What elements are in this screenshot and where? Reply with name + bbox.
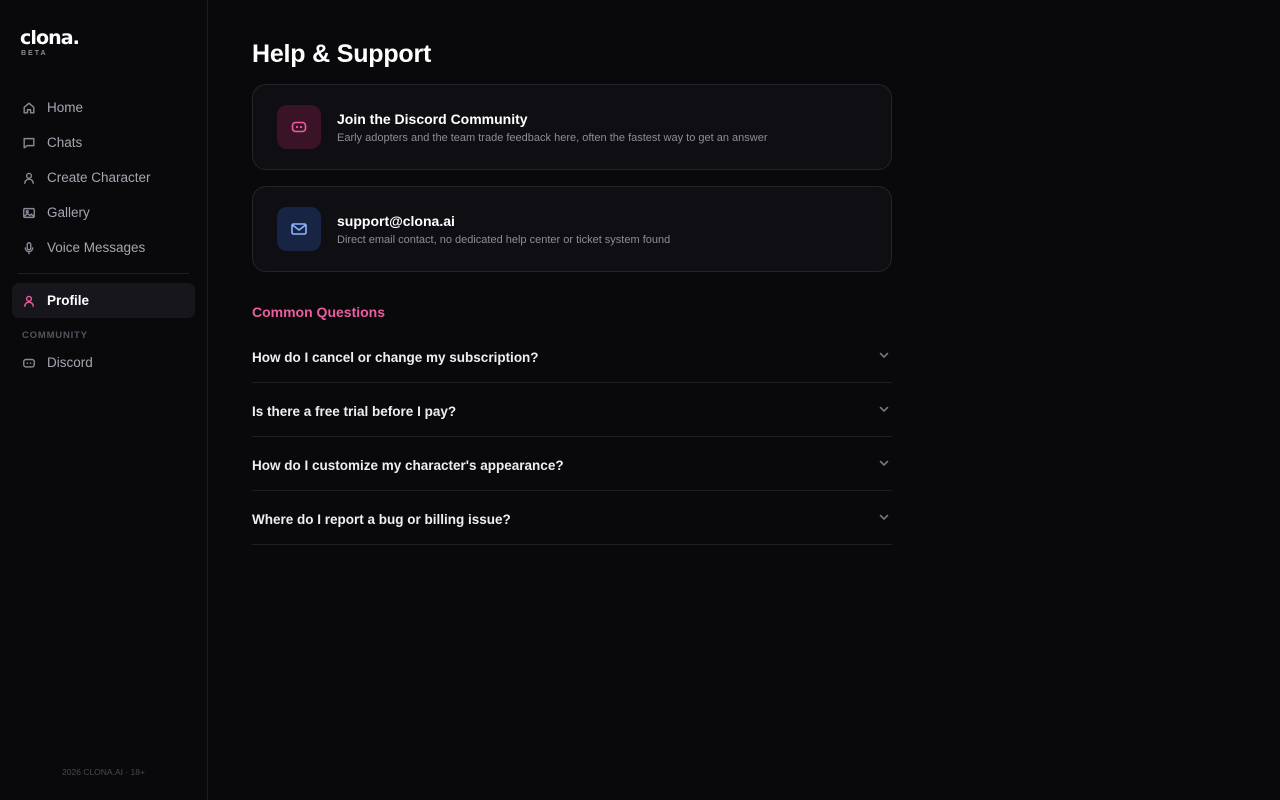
page-title: Help & Support — [252, 40, 432, 68]
sidebar-item-label: Create Character — [47, 170, 151, 185]
card-text: support@clona.ai Direct email contact, n… — [337, 212, 670, 247]
faq-question: How do I cancel or change my subscriptio… — [252, 350, 539, 365]
sidebar-item-label: Home — [47, 100, 84, 115]
faq-item[interactable]: How do I customize my character's appear… — [252, 437, 892, 491]
chevron-down-icon — [878, 348, 890, 360]
sidebar-item-label: Voice Messages — [47, 240, 146, 255]
sidebar-item-chats[interactable]: Chats — [12, 125, 195, 160]
card-description: Early adopters and the team trade feedba… — [337, 131, 768, 144]
mic-icon — [22, 241, 36, 255]
beta-tag: BETA — [21, 50, 48, 57]
chevron-down-icon — [878, 510, 890, 522]
email-support-card[interactable]: support@clona.ai Direct email contact, n… — [252, 186, 892, 272]
logo-wordmark: clona. — [20, 27, 80, 49]
card-text: Join the Discord Community Early adopter… — [337, 110, 767, 145]
faq-question: How do I customize my character's appear… — [252, 458, 564, 473]
card-description: Direct email contact, no dedicated help … — [337, 233, 671, 246]
discord-community-card[interactable]: Join the Discord Community Early adopter… — [252, 84, 892, 170]
sidebar: clona. BETA Home Chats Create Character — [0, 0, 208, 800]
sidebar-item-label: Gallery — [47, 205, 90, 220]
sidebar-item-discord[interactable]: Discord — [12, 345, 195, 380]
faq-item[interactable]: Is there a free trial before I pay? — [252, 383, 892, 437]
faq-item[interactable]: Where do I report a bug or billing issue… — [252, 491, 892, 545]
card-title: Join the Discord Community — [337, 110, 528, 127]
sidebar-item-label: Profile — [47, 293, 90, 308]
main-content: Help & Support Join the Discord Communit… — [252, 38, 892, 545]
faq-question: Is there a free trial before I pay? — [252, 404, 457, 419]
sidebar-item-label: Chats — [47, 135, 83, 150]
card-title: support@clona.ai — [337, 212, 455, 229]
user-icon — [22, 294, 36, 308]
image-icon — [22, 206, 36, 220]
section-label-community: COMMUNITY — [22, 330, 88, 341]
nav-divider — [18, 273, 189, 274]
logo[interactable]: clona. BETA — [20, 27, 80, 58]
faq-question: Where do I report a bug or billing issue… — [252, 512, 511, 527]
chevron-down-icon — [878, 402, 890, 414]
faq-heading: Common Questions — [252, 304, 386, 320]
discord-icon — [22, 356, 36, 370]
chat-icon — [22, 136, 36, 150]
user-icon — [22, 171, 36, 185]
faq-item[interactable]: How do I cancel or change my subscriptio… — [252, 329, 892, 383]
chevron-down-icon — [878, 456, 890, 468]
sidebar-item-home[interactable]: Home — [12, 90, 195, 125]
discord-icon — [277, 105, 321, 149]
sidebar-item-label: Discord — [47, 355, 93, 370]
sidebar-item-gallery[interactable]: Gallery — [12, 195, 195, 230]
sidebar-footer: 2026 CLONA.AI · 18+ — [62, 767, 145, 777]
sidebar-item-create-character[interactable]: Create Character — [12, 160, 195, 195]
faq-list: How do I cancel or change my subscriptio… — [252, 329, 892, 545]
sidebar-nav: Home Chats Create Character Gallery Voic… — [12, 90, 195, 380]
mail-icon — [277, 207, 321, 251]
home-icon — [22, 101, 36, 115]
sidebar-item-profile[interactable]: Profile — [12, 283, 195, 318]
sidebar-item-voice-messages[interactable]: Voice Messages — [12, 230, 195, 265]
